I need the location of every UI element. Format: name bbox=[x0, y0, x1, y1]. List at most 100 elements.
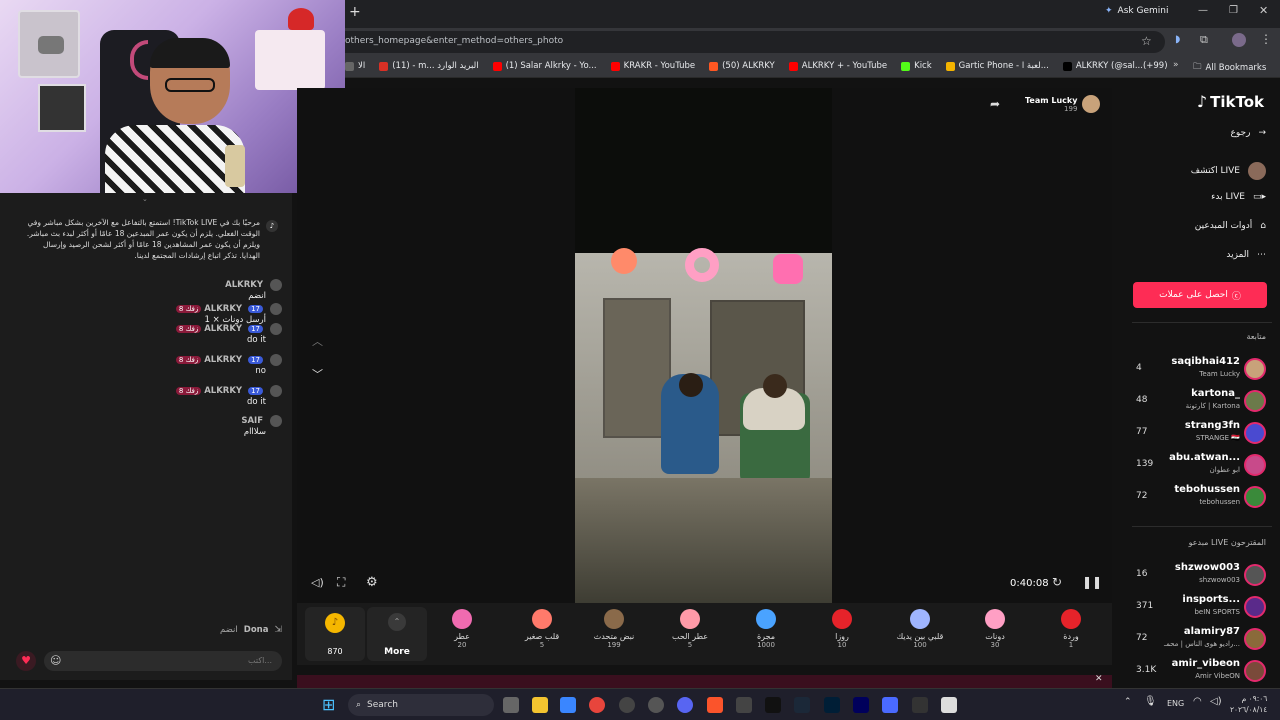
gift-item[interactable]: عطر الحب 5 bbox=[660, 609, 720, 649]
chrome-icon[interactable] bbox=[589, 697, 605, 713]
bookmark-item[interactable]: الا bbox=[345, 61, 365, 71]
maximize-icon[interactable]: ❐ bbox=[1229, 5, 1238, 16]
app-x-icon[interactable] bbox=[765, 697, 781, 713]
gift-item[interactable]: مجرة 1000 bbox=[736, 609, 796, 649]
task-view-icon[interactable] bbox=[503, 697, 519, 713]
emoji-icon[interactable]: ☺ bbox=[50, 654, 61, 667]
chat-avatar[interactable] bbox=[270, 415, 282, 427]
bookmark-item[interactable]: Gartic Phone - لعبة ا... bbox=[945, 61, 1049, 71]
microphone-icon[interactable]: 🎙 bbox=[1144, 696, 1157, 707]
volume-tray-icon[interactable]: ◁) bbox=[1210, 696, 1222, 707]
menu-dots-icon[interactable]: ⋮ bbox=[1260, 32, 1272, 46]
account-item[interactable]: 48 kartona_ كارتونة | Kartona bbox=[1112, 386, 1280, 416]
gift-item[interactable]: عطر 20 bbox=[432, 609, 492, 649]
explore-live-button[interactable]: اكتشف LIVE bbox=[1191, 162, 1266, 180]
app-blue-icon[interactable] bbox=[882, 697, 898, 713]
previous-live-icon[interactable]: ︿ bbox=[312, 333, 323, 349]
discord-icon[interactable] bbox=[677, 697, 693, 713]
like-heart-icon[interactable]: ♥ bbox=[16, 651, 36, 671]
chat-username[interactable]: ALKRKY bbox=[204, 355, 242, 365]
back-button[interactable]: رجوع → bbox=[1231, 128, 1266, 138]
tray-chevron-icon[interactable]: ⌃ bbox=[1124, 697, 1132, 707]
steam-icon[interactable] bbox=[794, 697, 810, 713]
file-explorer-icon[interactable] bbox=[532, 697, 548, 713]
bookmark-item[interactable]: Kick bbox=[901, 61, 932, 71]
new-tab-button[interactable]: + bbox=[349, 4, 361, 20]
capcut-icon[interactable] bbox=[736, 697, 752, 713]
bookmark-star-icon[interactable]: ☆ bbox=[1141, 34, 1152, 48]
host-badge[interactable]: Team Lucky 199 bbox=[1025, 95, 1101, 113]
gift-item[interactable]: قلب صغير 5 bbox=[512, 609, 572, 649]
close-window-icon[interactable]: ✕ bbox=[1259, 4, 1268, 17]
wifi-icon[interactable]: ◠ bbox=[1193, 696, 1202, 707]
windows-start-icon[interactable]: ⊞ bbox=[322, 695, 335, 714]
photoshop-icon[interactable] bbox=[824, 697, 840, 713]
account-item[interactable]: 371 insports... beIN SPORTS bbox=[1112, 592, 1280, 622]
more-gifts-button[interactable]: ⌃ More bbox=[367, 607, 427, 661]
profile-avatar[interactable] bbox=[1232, 33, 1246, 47]
gift-item[interactable]: دونات 30 bbox=[965, 609, 1025, 649]
language-indicator[interactable]: ENG bbox=[1167, 699, 1184, 708]
chat-avatar[interactable] bbox=[270, 279, 282, 291]
account-item[interactable]: 3.1K amir_vibeon Amir VibeON bbox=[1112, 656, 1280, 686]
brave-icon[interactable] bbox=[707, 697, 723, 713]
creator-tools-button[interactable]: أدوات المبدعين ⌂ bbox=[1195, 221, 1266, 231]
account-item[interactable]: 77 strang3fn STRANGE 🇮🇶 bbox=[1112, 418, 1280, 448]
taskbar-search[interactable]: ⌕ Search bbox=[348, 694, 494, 716]
coin-balance[interactable]: ♪ 870 bbox=[305, 607, 365, 661]
volume-icon[interactable]: ◁) bbox=[311, 576, 324, 589]
ask-gemini-button[interactable]: ✦ Ask Gemini bbox=[1105, 6, 1168, 16]
chat-input[interactable]: ☺ اكتب... bbox=[44, 651, 282, 671]
account-item[interactable]: 16 shzwow003 shzwow003 bbox=[1112, 560, 1280, 590]
close-banner-icon[interactable]: ✕ bbox=[1095, 674, 1103, 684]
chat-avatar[interactable] bbox=[270, 303, 282, 315]
address-bar[interactable]: others_homepage&enter_method=others_phot… bbox=[345, 31, 1165, 53]
bookmarks-overflow-icon[interactable]: » bbox=[1173, 60, 1179, 70]
chat-username[interactable]: ALKRKY bbox=[225, 280, 263, 290]
chat-username[interactable]: ALKRKY bbox=[204, 386, 242, 396]
chat-username[interactable]: ALKRKY bbox=[204, 304, 242, 314]
store-icon[interactable] bbox=[560, 697, 576, 713]
pause-icon[interactable]: ❚❚ bbox=[1082, 575, 1102, 589]
gift-item[interactable]: نبض متحدث 199 bbox=[584, 609, 644, 649]
account-item[interactable]: 139 abu.atwan... ابو عطوان bbox=[1112, 450, 1280, 480]
clock[interactable]: ٠٩:٠٦ م ٢٠٢٦/٠٨/١٤ bbox=[1230, 693, 1267, 715]
go-live-button[interactable]: بدء LIVE ▭▸ bbox=[1211, 192, 1266, 202]
extension-icon[interactable]: ◗ bbox=[1175, 34, 1180, 45]
minimize-icon[interactable]: — bbox=[1198, 5, 1208, 16]
account-item[interactable]: 4 saqibhai412 Team Lucky bbox=[1112, 354, 1280, 384]
chat-avatar[interactable] bbox=[270, 323, 282, 335]
app-white-icon[interactable] bbox=[941, 697, 957, 713]
fullscreen-icon[interactable]: ⛶ bbox=[337, 575, 345, 590]
chat-username[interactable]: ALKRKY bbox=[204, 324, 242, 334]
chat-avatar[interactable] bbox=[270, 385, 282, 397]
gift-price: 30 bbox=[990, 641, 1000, 649]
bookmark-item[interactable]: (11) - m... البريد الوارد bbox=[379, 61, 479, 71]
app-icon[interactable] bbox=[648, 697, 664, 713]
app-grey-icon[interactable] bbox=[912, 697, 928, 713]
gift-item[interactable]: وردة 1 bbox=[1041, 609, 1101, 649]
more-button[interactable]: المزيد ⋯ bbox=[1226, 250, 1266, 260]
obs-icon[interactable] bbox=[619, 697, 635, 713]
gift-item[interactable]: روزا 10 bbox=[812, 609, 872, 649]
settings-gear-icon[interactable]: ⚙ bbox=[366, 575, 378, 590]
refresh-icon[interactable]: ↻ bbox=[1052, 575, 1062, 589]
bookmark-item[interactable]: (1) Salar Alkrky - Yo... bbox=[492, 61, 597, 71]
chat-avatar[interactable] bbox=[270, 354, 282, 366]
gift-item[interactable]: قلبي بين يديك 100 bbox=[890, 609, 950, 649]
collapse-chevron-icon[interactable]: ⌄ bbox=[142, 195, 148, 203]
next-live-icon[interactable]: ﹀ bbox=[312, 366, 323, 382]
extensions-puzzle-icon[interactable]: ⧉ bbox=[1200, 33, 1208, 47]
share-icon[interactable]: ➦ bbox=[990, 97, 1000, 111]
bookmark-item[interactable]: ALKRKY (@sal...(+99) bbox=[1062, 61, 1168, 71]
chat-username[interactable]: SAIF bbox=[241, 416, 263, 426]
bookmark-item[interactable]: ALKRKY + - YouTube bbox=[788, 61, 887, 71]
tiktok-logo[interactable]: ♪ TikTok bbox=[1197, 92, 1264, 111]
bookmark-item[interactable]: KRAKR - YouTube bbox=[610, 61, 695, 71]
get-coins-button[interactable]: احصل على عملات ⓒ bbox=[1133, 282, 1267, 308]
account-item[interactable]: 72 tebohussen tebohussen bbox=[1112, 482, 1280, 512]
all-bookmarks-button[interactable]: 🗀 All Bookmarks bbox=[1193, 61, 1266, 75]
bookmark-item[interactable]: (50) ALKRKY bbox=[709, 61, 775, 71]
account-item[interactable]: 72 alamiry87 راديو هوى الناس | محمـ... bbox=[1112, 624, 1280, 654]
premiere-icon[interactable] bbox=[853, 697, 869, 713]
